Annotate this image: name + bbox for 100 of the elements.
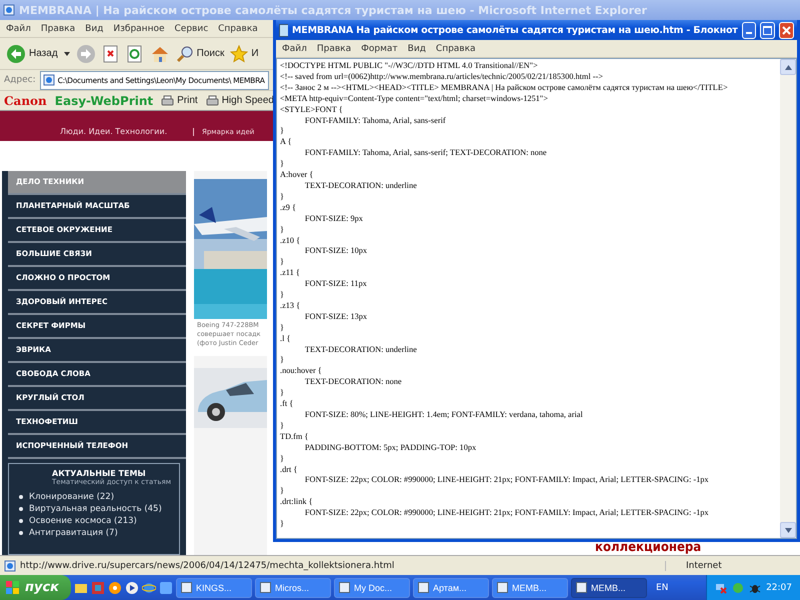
code-line: } <box>280 257 285 268</box>
window-title: MEMBRANA На райском острове самолёты садятся туристам на шею.htm - Блокнот <box>292 24 738 36</box>
topic-link[interactable]: Клонирование (22) <box>17 491 179 503</box>
code-line: FONT-SIZE: 11px <box>304 279 368 290</box>
code-line: } <box>280 454 285 465</box>
taskbar-button[interactable]: KINGS... <box>176 578 252 598</box>
code-line: A { <box>280 137 293 148</box>
code-line: } <box>280 126 285 138</box>
code-line: } <box>280 388 285 400</box>
back-button[interactable]: Назад <box>6 44 58 64</box>
clock: 22:07 <box>766 582 792 592</box>
topics-title: АКТУАЛЬНЫЕ ТЕМЫ <box>52 469 147 478</box>
menu-item[interactable]: Справка <box>436 44 476 54</box>
code-line: <!DOCTYPE HTML PUBLIC "-//W3C//DTD HTML 4.0 Transitional//EN"> <box>280 61 539 72</box>
browser-icon[interactable] <box>142 580 156 594</box>
code-line: } <box>280 420 285 432</box>
refresh-icon[interactable] <box>126 44 144 62</box>
code-line: FONT-SIZE: 22px; COLOR: #990000; LINE-HEIGHT: 21px; FONT-FAMILY: Impact, Arial; LETTER-SPACING: -1px <box>304 475 710 486</box>
down-arrow-icon <box>784 528 792 532</box>
favorites-button[interactable]: И <box>230 44 259 62</box>
scroll-up-button[interactable] <box>780 59 796 75</box>
code-line: .ft { <box>280 399 294 410</box>
notepad-icon <box>279 23 288 37</box>
menu-item[interactable]: Сервис <box>174 24 208 34</box>
close-button[interactable] <box>779 22 794 38</box>
code-line: .drt:link { <box>280 497 314 508</box>
media-player-icon[interactable] <box>125 580 139 594</box>
code-line: } <box>280 224 285 236</box>
menu-item[interactable]: Файл <box>282 44 307 54</box>
code-line: FONT-SIZE: 10px <box>304 246 368 258</box>
window-icon <box>418 582 429 593</box>
app-icon[interactable] <box>159 580 173 594</box>
menu-item[interactable]: Правка <box>40 24 76 34</box>
window-icon <box>260 582 271 593</box>
code-line: TEXT-DECORATION: underline <box>304 344 418 356</box>
code-line: <!-- saved from url=(0062)http://www.membrana.ru/articles/technic/2005/02/21/185300.html --> <box>280 72 604 83</box>
code-line: TD.fm { <box>280 432 310 443</box>
code-line: } <box>280 355 285 366</box>
taskbar-button[interactable]: Micros... <box>255 578 331 598</box>
taskbar-button[interactable]: Артам... <box>413 578 489 598</box>
code-line: .z9 { <box>280 202 297 214</box>
disc-icon[interactable] <box>108 580 122 594</box>
code-line: PADDING-BOTTOM: 5px; PADDING-TOP: 10px <box>304 442 478 454</box>
menu-item[interactable]: Файл <box>6 24 31 34</box>
high-speed-print-button[interactable]: High Speed <box>206 94 273 106</box>
menu-item[interactable]: Формат <box>361 44 398 54</box>
maximize-button[interactable] <box>760 22 776 38</box>
stop-icon[interactable] <box>102 44 120 62</box>
code-line: TEXT-DECORATION: underline <box>304 180 418 192</box>
article-heading[interactable]: коллекционера <box>595 541 702 555</box>
language-indicator[interactable]: EN <box>656 582 668 592</box>
code-line: } <box>280 290 285 301</box>
code-line: <STYLE>FONT { <box>280 104 344 116</box>
menu-item[interactable]: Вид <box>408 44 426 54</box>
code-line: FONT-FAMILY: Tahoma, Arial, sans-serif <box>304 116 447 126</box>
code-line: } <box>280 192 285 203</box>
star-icon <box>230 44 248 62</box>
topic-link[interactable]: Антигравитация (7) <box>17 527 179 539</box>
taskbar-button[interactable]: MEMB... <box>492 578 568 598</box>
search-icon <box>176 44 194 62</box>
minimize-button[interactable] <box>742 22 756 38</box>
brand-logo: Canon <box>4 94 47 108</box>
code-line: FONT-SIZE: 22px; COLOR: #990000; LINE-HEIGHT: 21px; FONT-FAMILY: Impact, Arial; LETTER-SPACING: -1px <box>304 508 710 520</box>
code-line: FONT-SIZE: 80%; LINE-HEIGHT: 1.4em; FONT-FAMILY: verdana, tahoma, arial <box>304 410 584 421</box>
maximize-icon <box>763 26 772 34</box>
page-icon <box>4 560 16 572</box>
code-line: FONT-SIZE: 9px <box>304 214 364 225</box>
menu-item[interactable]: Справка <box>218 24 258 34</box>
network-icon[interactable] <box>715 582 728 594</box>
dropdown-arrow-icon[interactable] <box>64 52 70 56</box>
site-tagline: Люди. Идеи. Технологии. <box>60 127 168 136</box>
topic-link[interactable]: Виртуальная реальность (45) <box>17 503 179 515</box>
taskbar-button[interactable]: MEMB... <box>571 578 647 598</box>
printer-icon <box>206 94 219 106</box>
window-icon <box>181 582 192 593</box>
code-line: A:hover { <box>280 170 314 181</box>
code-line: FONT-SIZE: 13px <box>304 312 368 323</box>
code-line: FONT-FAMILY: Tahoma, Arial, sans-serif; TEXT-DECORATION: none <box>304 148 548 160</box>
search-button[interactable]: Поиск <box>176 44 224 62</box>
code-line: } <box>280 519 285 530</box>
code-line: } <box>280 322 285 334</box>
print-button[interactable]: Print <box>161 94 198 106</box>
window-icon <box>497 582 508 593</box>
windows-flag-icon <box>6 580 20 594</box>
home-icon[interactable] <box>150 44 170 62</box>
page-icon <box>42 74 55 86</box>
code-line: .drt { <box>280 464 298 476</box>
code-line: <META http-equiv=Content-Type content="text/html; charset=windows-1251"> <box>280 94 549 105</box>
window-title: MEMBRANA | На райском острове самолёты садятся туристам на шею - Microsoft Internet Explorer <box>19 4 648 16</box>
code-line: } <box>280 486 285 498</box>
taskbar-button[interactable]: My Doc... <box>334 578 410 598</box>
status-url: http://www.drive.ru/supercars/news/2006/04/14/12475/mechta_kollektsionera.html <box>20 560 396 570</box>
scroll-down-button[interactable] <box>780 522 796 538</box>
code-line: <!-- Занос 2 м --><HTML><HEAD><TITLE> MEMBRANA | На райском острове самолётм садятся туристам на шею</TITLE> <box>280 82 729 94</box>
menu-item[interactable]: Вид <box>85 24 104 34</box>
code-line: .z11 { <box>280 268 301 280</box>
menu-item[interactable]: Избранное <box>113 24 164 34</box>
close-icon <box>782 26 792 34</box>
topic-link[interactable]: Освоение космоса (213) <box>17 515 179 527</box>
menu-item[interactable]: Правка <box>316 44 352 54</box>
